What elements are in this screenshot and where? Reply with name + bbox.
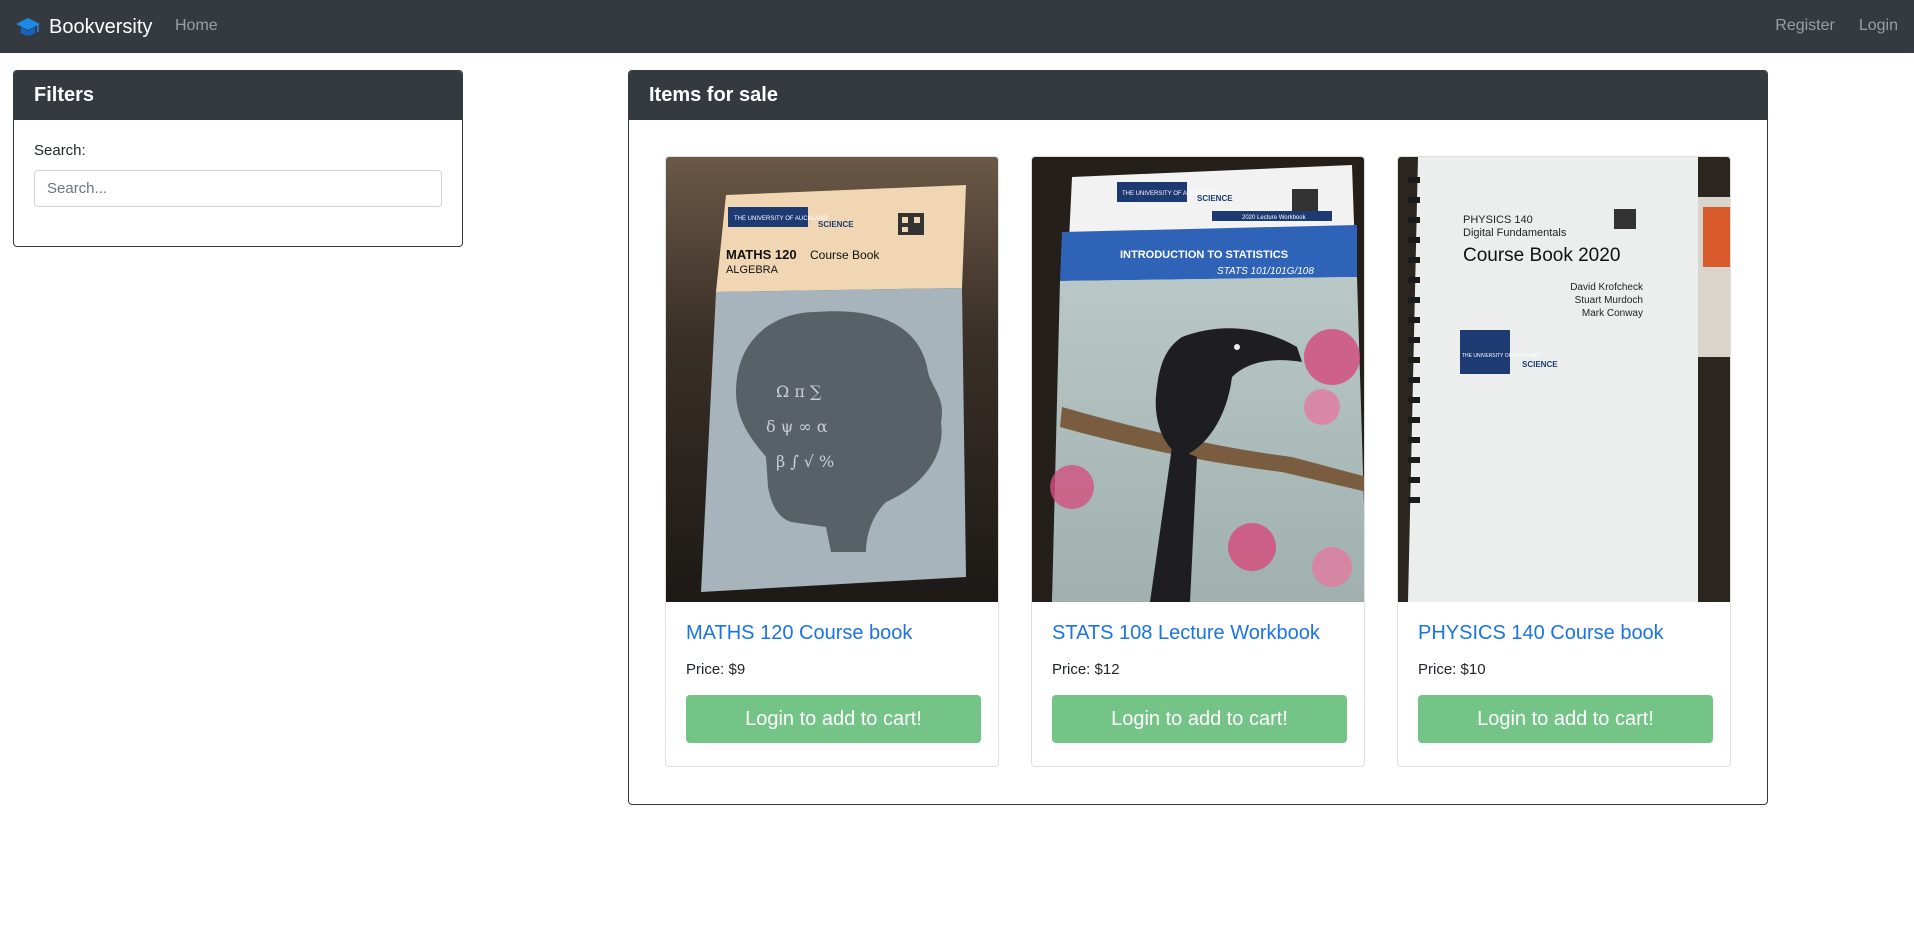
product-title-link[interactable]: MATHS 120 Course book [686, 622, 978, 645]
nav-right: Register Login [1751, 17, 1898, 35]
items-card: Items for sale THE UNIVERSITY OF AUCKLAN… [628, 70, 1768, 805]
brand-link[interactable]: Bookversity [15, 12, 152, 42]
svg-text:2020 Lecture Workbook: 2020 Lecture Workbook [1242, 215, 1307, 221]
svg-text:SCIENCE: SCIENCE [1522, 360, 1558, 369]
top-navbar: Bookversity Home Register Login [0, 0, 1914, 53]
product-body: STATS 108 Lecture Workbook Price: $12 Lo… [1032, 602, 1364, 763]
svg-text:THE UNIVERSITY OF AUCKLAND: THE UNIVERSITY OF AUCKLAND [734, 216, 828, 222]
login-to-add-to-cart-button[interactable]: Login to add to cart! [1418, 695, 1713, 743]
filters-card: Filters Search: [13, 70, 463, 247]
product-grid: THE UNIVERSITY OF AUCKLAND SCIENCE MATHS… [629, 120, 1767, 803]
svg-text:PHYSICS 140: PHYSICS 140 [1463, 214, 1533, 226]
brand-name: Bookversity [49, 15, 153, 38]
items-header: Items for sale [629, 71, 1767, 120]
search-label: Search: [34, 142, 86, 159]
product-body: PHYSICS 140 Course book Price: $10 Login… [1398, 602, 1730, 763]
nav-login-link[interactable]: Login [1859, 17, 1898, 35]
filters-body: Search: [14, 120, 462, 229]
search-input[interactable] [34, 170, 442, 207]
nav-register-link[interactable]: Register [1775, 17, 1835, 35]
svg-text:INTRODUCTION TO STATISTICS: INTRODUCTION TO STATISTICS [1120, 249, 1288, 261]
svg-text:Mark Conway: Mark Conway [1582, 308, 1643, 319]
product-title-link[interactable]: STATS 108 Lecture Workbook [1052, 622, 1344, 645]
product-price: Price: $12 [1052, 661, 1120, 678]
maths-book-cover-image[interactable]: THE UNIVERSITY OF AUCKLAND SCIENCE MATHS… [666, 157, 999, 602]
svg-text:David Krofcheck: David Krofcheck [1570, 282, 1644, 293]
svg-text:Digital Fundamentals: Digital Fundamentals [1463, 227, 1567, 239]
product-card: PHYSICS 140 Digital Fundamentals Course … [1397, 156, 1731, 767]
svg-text:δ ψ ∞ α: δ ψ ∞ α [766, 417, 828, 436]
svg-text:MATHS 120: MATHS 120 [726, 247, 797, 262]
physics-book-cover-image[interactable]: PHYSICS 140 Digital Fundamentals Course … [1398, 157, 1731, 602]
svg-text:SCIENCE: SCIENCE [818, 220, 854, 229]
svg-text:Course Book 2020: Course Book 2020 [1463, 245, 1620, 266]
login-to-add-to-cart-button[interactable]: Login to add to cart! [1052, 695, 1347, 743]
svg-text:Ω π ∑: Ω π ∑ [776, 382, 822, 401]
product-card: THE UNIVERSITY OF AUCKLAND SCIENCE MATHS… [665, 156, 999, 767]
graduation-cap-icon [16, 18, 40, 36]
product-card: THE UNIVERSITY OF AUCKLAND SCIENCE 2020 … [1031, 156, 1365, 767]
product-body: MATHS 120 Course book Price: $9 Login to… [666, 602, 998, 763]
svg-text:THE UNIVERSITY OF AUCKLAND: THE UNIVERSITY OF AUCKLAND [1462, 353, 1540, 359]
stats-book-cover-image[interactable]: THE UNIVERSITY OF AUCKLAND SCIENCE 2020 … [1032, 157, 1365, 602]
product-title-link[interactable]: PHYSICS 140 Course book [1418, 622, 1710, 645]
filters-header: Filters [14, 71, 462, 120]
svg-text:SCIENCE: SCIENCE [1197, 194, 1233, 203]
product-price: Price: $10 [1418, 661, 1486, 678]
svg-text:Stuart Murdoch: Stuart Murdoch [1575, 295, 1643, 306]
svg-text:STATS 101/101G/108: STATS 101/101G/108 [1217, 266, 1314, 277]
svg-text:ALGEBRA: ALGEBRA [726, 264, 779, 276]
svg-text:Course Book: Course Book [810, 248, 880, 262]
nav-home-link[interactable]: Home [175, 17, 218, 35]
product-price: Price: $9 [686, 661, 746, 678]
svg-text:β ∫ √ %: β ∫ √ % [776, 452, 834, 471]
login-to-add-to-cart-button[interactable]: Login to add to cart! [686, 695, 981, 743]
